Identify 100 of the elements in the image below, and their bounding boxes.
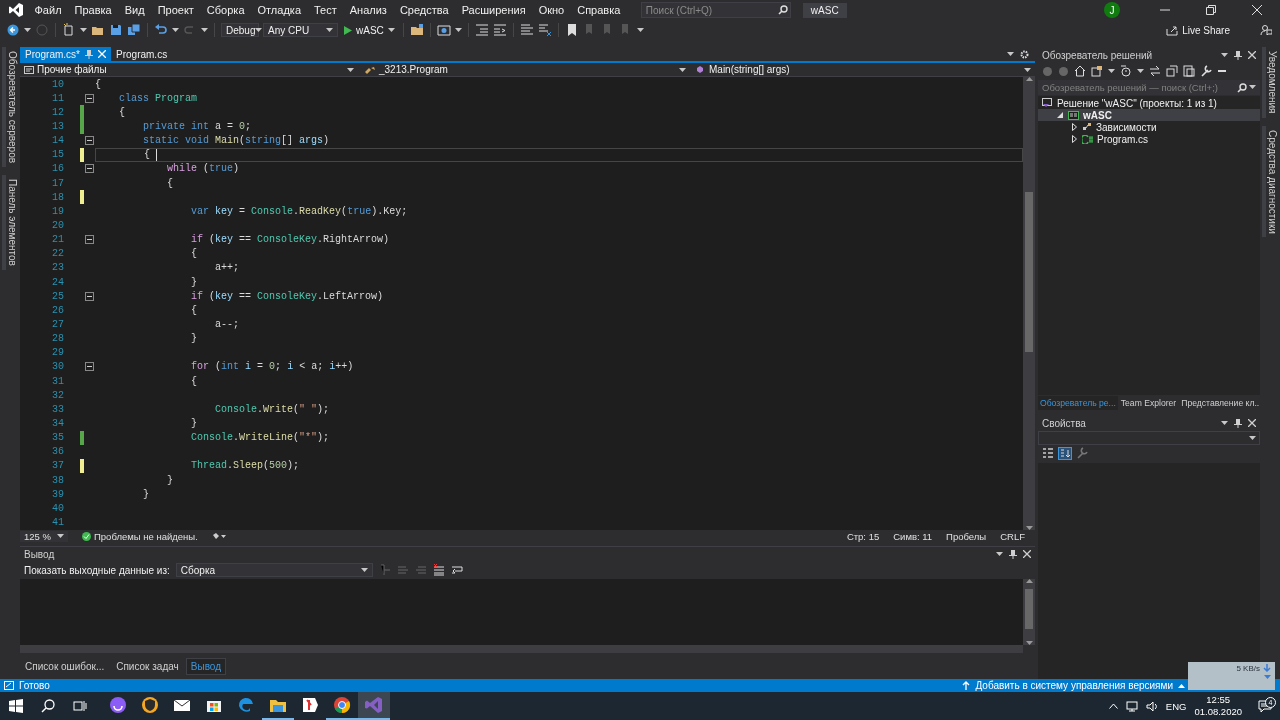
side-tab[interactable]: Уведомления: [1262, 47, 1278, 118]
live-share-button[interactable]: Live Share: [1160, 23, 1236, 37]
tree-item[interactable]: wASC: [1038, 109, 1260, 121]
caret-icon[interactable]: [1221, 52, 1228, 58]
tray-up-icon[interactable]: [1108, 703, 1118, 709]
horizontal-scrollbar[interactable]: [20, 645, 1023, 653]
account-avatar[interactable]: J: [1104, 2, 1120, 18]
source-control-link[interactable]: Добавить в систему управления версиями: [975, 680, 1173, 691]
collapse-icon[interactable]: [85, 93, 94, 103]
side-tab[interactable]: Средства диагностики: [1262, 125, 1278, 238]
menu-item[interactable]: Файл: [28, 2, 69, 18]
close-icon[interactable]: [1252, 5, 1262, 15]
configuration-dropdown[interactable]: Debug: [221, 23, 259, 37]
sync-icon[interactable]: [1149, 65, 1161, 77]
output-source-dropdown[interactable]: Сборка: [175, 563, 373, 577]
close-icon[interactable]: [1248, 419, 1256, 427]
caret-up-icon[interactable]: [1178, 683, 1185, 688]
panel-tab[interactable]: Список ошибок...: [20, 657, 110, 675]
pin-icon[interactable]: [1009, 549, 1017, 559]
pin-icon[interactable]: [1234, 50, 1242, 60]
caret-icon[interactable]: [1108, 68, 1115, 74]
close-icon[interactable]: [1248, 51, 1256, 59]
switch-views-icon[interactable]: [1091, 65, 1103, 77]
clear-all-icon[interactable]: [432, 564, 445, 576]
menu-item[interactable]: Тест: [307, 2, 344, 18]
caret-icon[interactable]: [1221, 420, 1228, 426]
caret-icon[interactable]: [1249, 85, 1256, 90]
language-indicator[interactable]: ENG: [1165, 700, 1187, 712]
eol-status[interactable]: CRLF: [1000, 530, 1025, 542]
issues-status[interactable]: Проблемы не найдены.: [94, 530, 198, 542]
collapse-icon[interactable]: [85, 235, 94, 245]
collapse-icon[interactable]: [85, 291, 94, 301]
scrollbar[interactable]: [1023, 579, 1035, 645]
menu-item[interactable]: Проект: [151, 2, 201, 18]
property-pages-icon[interactable]: [1076, 447, 1088, 459]
menu-item[interactable]: Анализ: [343, 2, 394, 18]
collapse-icon[interactable]: [85, 164, 94, 174]
properties-icon[interactable]: [1200, 65, 1212, 77]
uncomment-icon[interactable]: [537, 23, 552, 37]
folder-tools-icon[interactable]: [409, 23, 424, 37]
show-all-files-icon[interactable]: [1183, 65, 1195, 77]
file-tab[interactable]: Program.cs: [111, 47, 173, 62]
categorized-icon[interactable]: [1042, 447, 1054, 459]
camera-icon[interactable]: [436, 23, 451, 37]
search-icon[interactable]: [1237, 82, 1247, 93]
back-icon[interactable]: [6, 23, 20, 37]
menu-item[interactable]: Вид: [118, 2, 152, 18]
collapse-all-icon[interactable]: [1166, 65, 1178, 77]
menu-item[interactable]: Справка: [570, 2, 627, 18]
caret-icon[interactable]: [1137, 68, 1144, 74]
menu-item[interactable]: Средства: [393, 2, 456, 18]
caret-icon[interactable]: [201, 27, 208, 33]
menu-item[interactable]: Окно: [532, 2, 571, 18]
comment-icon[interactable]: [519, 23, 534, 37]
panel-tab[interactable]: Вывод: [185, 657, 227, 675]
caret-icon[interactable]: [1007, 51, 1014, 57]
caret-icon[interactable]: [636, 27, 644, 33]
forward-icon[interactable]: [1058, 65, 1069, 77]
save-icon[interactable]: [109, 23, 123, 37]
indent-status[interactable]: Пробелы: [946, 530, 987, 542]
restore-icon[interactable]: [1206, 5, 1216, 15]
clock[interactable]: 12:55 01.08.2020: [1194, 694, 1242, 718]
menu-item[interactable]: Правка: [68, 2, 119, 18]
collapsed-arrow-icon[interactable]: [1071, 123, 1077, 131]
collapse-icon[interactable]: [85, 362, 94, 372]
task-view-icon[interactable]: [73, 700, 87, 712]
indent-icon[interactable]: [492, 23, 507, 37]
search-field[interactable]: Поиск (Ctrl+Q): [640, 2, 791, 18]
save-all-icon[interactable]: [127, 23, 141, 37]
gear-icon[interactable]: [1020, 49, 1029, 59]
pin-icon[interactable]: [1234, 418, 1242, 428]
menu-item[interactable]: Сборка: [200, 2, 251, 18]
windows-start-icon[interactable]: [9, 699, 23, 713]
alphabetical-icon[interactable]: [1058, 446, 1072, 460]
caret-icon[interactable]: [172, 27, 179, 33]
upload-arrow-icon[interactable]: [962, 681, 971, 690]
panel-tab[interactable]: Team Explorer: [1118, 396, 1179, 410]
menu-item[interactable]: Отладка: [251, 2, 308, 18]
tree-item[interactable]: Program.cs: [1038, 133, 1260, 145]
notifications-icon[interactable]: [1258, 699, 1272, 713]
collapse-icon[interactable]: [85, 136, 94, 146]
menu-item[interactable]: Расширения: [455, 2, 533, 18]
scroll-thumb[interactable]: [1025, 192, 1033, 352]
expanded-arrow-icon[interactable]: [1057, 112, 1063, 118]
new-item-icon[interactable]: [62, 23, 76, 37]
start-button[interactable]: wASC: [342, 24, 397, 36]
caret-icon[interactable]: [24, 27, 31, 33]
zoom-dropdown[interactable]: 125 %: [20, 530, 68, 542]
close-icon[interactable]: [1023, 550, 1031, 558]
tree-item[interactable]: Зависимости: [1038, 121, 1260, 133]
network-icon[interactable]: [1125, 700, 1138, 712]
search-field[interactable]: Поиск (Ctrl+Q): [641, 4, 778, 16]
search-field[interactable]: Обозреватель решений — поиск (Ctrl+;): [1038, 80, 1260, 95]
platform-dropdown[interactable]: Any CPU: [263, 23, 338, 37]
feedback-icon[interactable]: [1260, 24, 1272, 36]
caret-icon[interactable]: [80, 27, 87, 33]
scrollbar[interactable]: [1023, 77, 1035, 530]
volume-icon[interactable]: [1145, 700, 1158, 712]
search-field[interactable]: Обозреватель решений — поиск (Ctrl+;): [1042, 82, 1232, 93]
collapsed-arrow-icon[interactable]: [1071, 135, 1077, 143]
